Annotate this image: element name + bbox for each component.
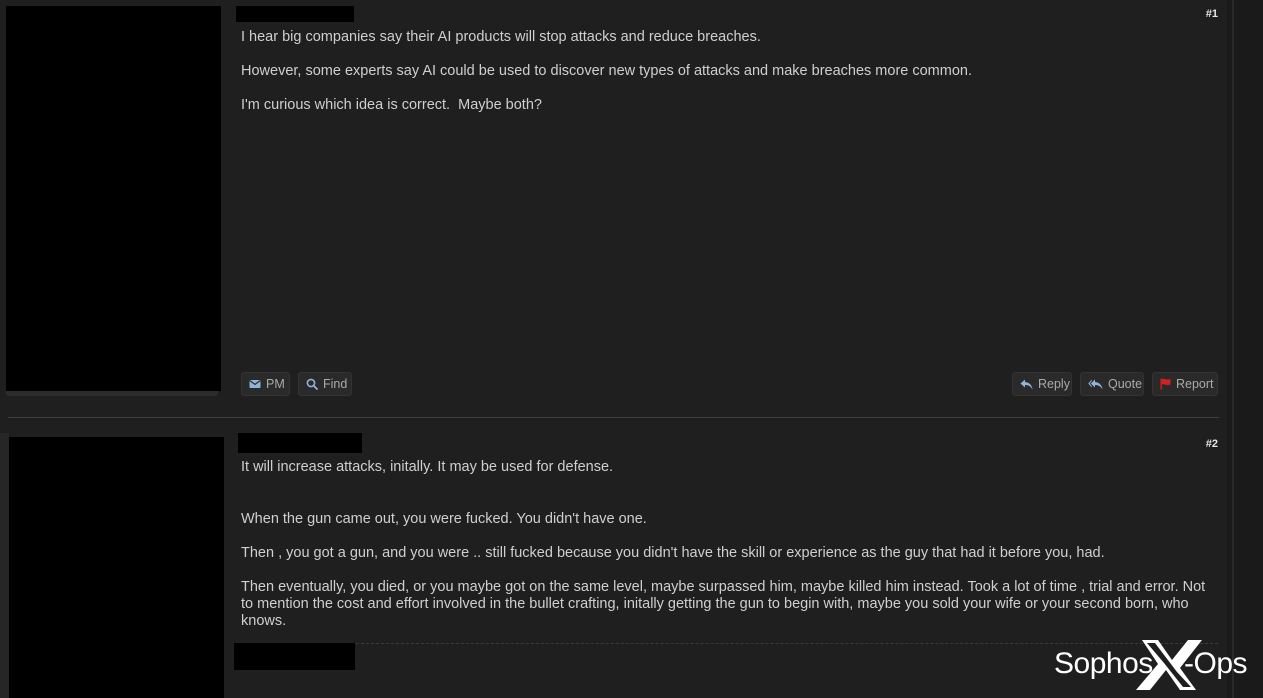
post-paragraph: It will increase attacks, initally. It m… [241, 459, 614, 475]
author-panel-redacted [6, 6, 221, 391]
post-2: #2 It will increase attacks, initally. I… [0, 425, 1227, 698]
pm-button[interactable]: PM [241, 372, 290, 396]
author-panel-edge [0, 433, 9, 698]
post-paragraph: I'm curious which idea is correct. Maybe… [241, 97, 542, 113]
flag-icon [1160, 378, 1171, 390]
signature-redacted [234, 643, 355, 670]
reply-button[interactable]: Reply [1012, 372, 1072, 396]
right-rail-divider [1232, 0, 1234, 698]
post-number-link[interactable]: #2 [1206, 438, 1218, 450]
pm-button-label: PM [266, 377, 285, 391]
post-paragraph: When the gun came out, you were fucked. … [241, 511, 647, 527]
post-paragraph: Then , you got a gun, and you were .. st… [241, 545, 1105, 561]
post-divider [8, 417, 1219, 418]
report-button-label: Report [1176, 377, 1214, 391]
magnifier-icon [306, 378, 318, 390]
quote-button[interactable]: Quote [1080, 372, 1144, 396]
author-panel-redacted [9, 437, 224, 698]
post-paragraph: However, some experts say AI could be us… [241, 63, 972, 79]
username-redacted [238, 433, 362, 453]
reply-arrow-icon [1020, 379, 1033, 390]
sophos-xops-watermark: Sophos -Ops [1054, 638, 1254, 692]
envelope-icon [249, 379, 261, 389]
username-redacted [236, 6, 354, 22]
post-body: It will increase attacks, initally. It m… [241, 459, 1216, 647]
quote-button-label: Quote [1108, 377, 1143, 391]
find-button[interactable]: Find [298, 372, 352, 396]
report-button[interactable]: Report [1152, 372, 1218, 396]
post-body: I hear big companies say their AI produc… [241, 29, 1216, 131]
post-number-link[interactable]: #1 [1206, 8, 1218, 20]
post-paragraph: Then eventually, you died, or you maybe … [241, 579, 1210, 629]
reply-button-label: Reply [1038, 377, 1070, 391]
forum-thread-page: #1 I hear big companies say their AI pro… [0, 0, 1263, 698]
post-1: #1 I hear big companies say their AI pro… [0, 0, 1227, 418]
watermark-right-text: -Ops [1184, 647, 1248, 680]
find-button-label: Find [323, 377, 348, 391]
post-paragraph: I hear big companies say their AI produc… [241, 29, 761, 45]
reply-all-icon [1088, 379, 1103, 390]
post-action-bar: PM Find Reply Quote Report [0, 372, 1227, 398]
